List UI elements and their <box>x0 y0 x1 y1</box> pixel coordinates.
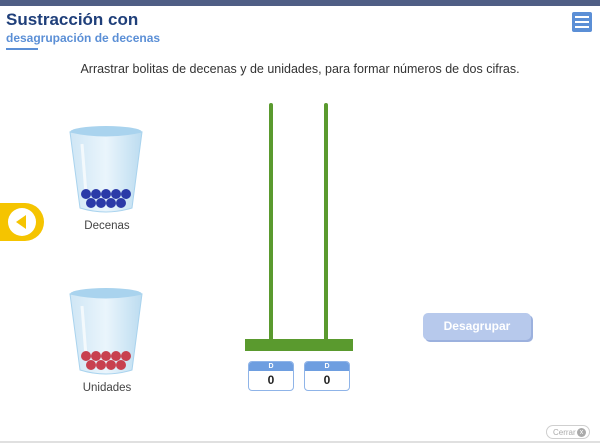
unidad-ball[interactable] <box>121 351 131 361</box>
close-icon: x <box>577 428 586 437</box>
unidades-glass[interactable] <box>66 286 146 378</box>
abacus-base <box>245 339 353 351</box>
abacus-pole-right[interactable] <box>324 103 328 341</box>
back-button[interactable] <box>0 203 44 241</box>
decena-ball[interactable] <box>81 189 91 199</box>
top-bar <box>0 0 600 6</box>
decena-ball[interactable] <box>91 189 101 199</box>
page-subtitle: desagrupación de decenas <box>6 31 161 45</box>
unidad-ball[interactable] <box>96 360 106 370</box>
decenas-label: Decenas <box>84 220 130 232</box>
desagrupar-button[interactable]: Desagrupar <box>423 313 531 340</box>
decena-ball[interactable] <box>111 189 121 199</box>
unidad-ball[interactable] <box>81 351 91 361</box>
unidad-ball[interactable] <box>116 360 126 370</box>
cerrar-label: Cerrar <box>553 428 576 437</box>
unidad-ball[interactable] <box>111 351 121 361</box>
decena-ball[interactable] <box>101 189 111 199</box>
unidades-label: Unidades <box>82 382 132 394</box>
counter-left-header: D <box>249 362 293 371</box>
title-underline <box>6 48 38 50</box>
back-button-circle <box>8 208 36 236</box>
cerrar-button[interactable]: Cerrar x <box>546 425 590 439</box>
back-arrow-icon <box>16 215 26 229</box>
unidad-ball[interactable] <box>106 360 116 370</box>
menu-line <box>575 26 589 28</box>
decenas-glass[interactable] <box>66 124 146 216</box>
counter-left: D 0 <box>248 361 294 391</box>
decena-ball[interactable] <box>121 189 131 199</box>
menu-line <box>575 16 589 18</box>
decena-ball[interactable] <box>96 198 106 208</box>
counter-left-value: 0 <box>267 373 275 387</box>
counter-right-value: 0 <box>323 373 331 387</box>
counter-right: D 0 <box>304 361 350 391</box>
decena-ball[interactable] <box>116 198 126 208</box>
unidad-ball[interactable] <box>86 360 96 370</box>
counter-right-header: D <box>305 362 349 371</box>
decena-ball[interactable] <box>86 198 96 208</box>
unidad-ball[interactable] <box>91 351 101 361</box>
unidad-ball[interactable] <box>101 351 111 361</box>
instructions-text: Arrastrar bolitas de decenas y de unidad… <box>80 62 520 76</box>
page-title: Sustracción con <box>6 10 139 29</box>
decena-ball[interactable] <box>106 198 116 208</box>
menu-button[interactable] <box>572 12 592 32</box>
menu-line <box>575 21 589 23</box>
abacus-pole-left[interactable] <box>269 103 273 341</box>
